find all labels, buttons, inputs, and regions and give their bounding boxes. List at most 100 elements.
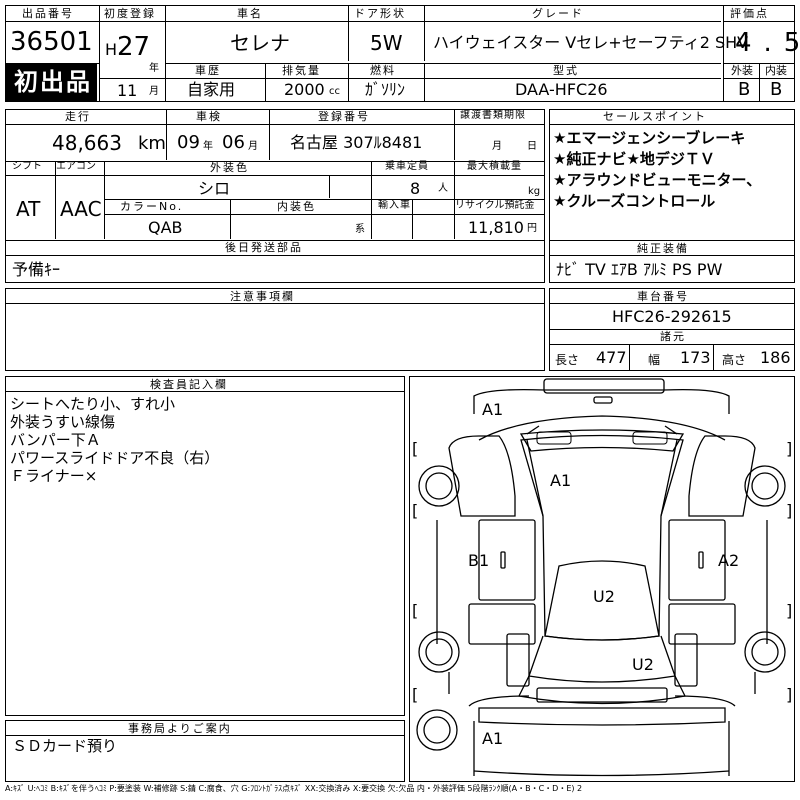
length-label: 長さ [555, 353, 580, 367]
inspector-note: Ｆライナー× [10, 467, 98, 485]
grade-label: グレード [532, 7, 584, 20]
transfer-day-unit: 日 [527, 141, 537, 152]
inspection-year-unit: 年 [203, 141, 213, 152]
sales-point-item: ★純正ナビ★地デジＴＶ [553, 150, 715, 168]
sales-point-label: セールスポイント [603, 110, 707, 123]
bracket-left-rear: [ [412, 601, 419, 620]
mark-center: U2 [593, 587, 615, 606]
mark-rear: U2 [632, 655, 654, 674]
capacity: 8 [410, 179, 421, 198]
sales-point-item: ★クルーズコントロール [553, 192, 716, 210]
mileage-label: 走行 [65, 110, 91, 123]
month-unit: 月 [149, 86, 159, 97]
chassis-number: HFC26-292615 [612, 307, 732, 326]
interior-grade: B [770, 79, 783, 100]
capacity-unit: 人 [438, 183, 448, 194]
bracket-right-front: ] [786, 439, 793, 458]
inspection-month-unit: 月 [248, 141, 258, 152]
width-value: 173 [680, 348, 711, 367]
displacement-label: 排気量 [282, 64, 321, 77]
exterior-grade: B [738, 79, 751, 100]
mark-rear-bumper: A1 [482, 729, 504, 748]
lot-number-label: 出品番号 [22, 7, 74, 20]
fuel-label: 燃料 [370, 64, 396, 77]
max-load-unit: kg [528, 186, 541, 197]
sales-point-item: ★アラウンドビューモニター、 [553, 171, 762, 189]
inspector-label: 検査員記入欄 [150, 378, 228, 391]
first-registration-label: 初度登録 [104, 7, 156, 20]
displacement-unit: cc [329, 86, 340, 97]
transfer-month-unit: 月 [492, 141, 502, 152]
door-type-label: ドア形状 [354, 7, 406, 20]
door-type: 5W [370, 31, 403, 55]
ac: AAC [60, 197, 102, 221]
interior-color-label: 内装色 [277, 200, 316, 213]
shift-label: シフト [12, 161, 42, 172]
inspector-notes: シートへたり小、すれ小 外装うすい線傷 バンパー下Ａ パワースライドドア不良（右… [10, 395, 219, 485]
legend-text: A:ｷｽﾞ U:ﾍｺﾐ B:ｷｽﾞを伴うﾍｺﾐ P:要塗装 W:補修跡 S:錆 … [5, 784, 583, 793]
first-listing-text: 初出品 [14, 68, 92, 96]
grade: ハイウェイスター Vセレ+セーフティ2 SHV [433, 33, 749, 52]
model-label: 型式 [553, 64, 579, 77]
registration-number: 名古屋 307ﾙ8481 [290, 133, 423, 152]
bracket-left-front: [ [412, 439, 419, 458]
score: 4.5 [735, 28, 800, 58]
era-label: H [105, 40, 118, 59]
chassis-label: 車台番号 [637, 290, 689, 303]
displacement: 2000 [284, 80, 325, 99]
score-label: 評価点 [730, 7, 769, 20]
inspector-note: パワースライドドア不良（右） [10, 449, 220, 467]
max-load-label: 最大積載量 [467, 161, 522, 172]
registration-number-label: 登録番号 [318, 110, 370, 123]
car-name-label: 車名 [237, 7, 263, 20]
inspector-note: バンパー下Ａ [10, 431, 101, 449]
bracket-left-bottom: [ [412, 685, 419, 704]
bracket-right-rear: ] [786, 601, 793, 620]
later-parts: 予備ｷｰ [12, 260, 61, 279]
sales-point-list: ★エマージェンシーブレーキ ★純正ナビ★地デジＴＶ ★アラウンドビューモニター、… [553, 128, 761, 212]
import-label: 輸入車 [378, 200, 411, 211]
dimensions-label: 諸元 [660, 330, 686, 343]
history-label: 車歴 [195, 64, 221, 77]
registration-month: 11 [117, 81, 138, 100]
mark-left-door: B1 [468, 551, 490, 570]
exterior-color: シロ [198, 179, 231, 198]
bracket-left-mid: [ [412, 501, 419, 520]
year-unit: 年 [149, 63, 159, 74]
interior-grade-label: 内装 [765, 64, 787, 77]
width-label: 幅 [648, 353, 661, 367]
mileage: 48,663 [52, 131, 122, 155]
fuel: ｶﾞｿﾘﾝ [365, 80, 406, 99]
transfer-deadline-label: 譲渡書類期限 [460, 110, 526, 121]
model-code: DAA-HFC26 [515, 80, 608, 99]
mark-roof: A1 [550, 471, 572, 490]
recycle-fee: 11,810 [468, 218, 524, 237]
later-parts-label: 後日発送部品 [225, 241, 303, 254]
damage-diagram: A1 A1 B1 A2 U2 U2 A1 [ ] [ ] [ ] [ ] [409, 376, 795, 782]
interior-color-unit: 系 [355, 224, 365, 235]
office-label: 事務局よりご案内 [128, 722, 232, 735]
exterior-color-label: 外装色 [210, 161, 249, 174]
inspector-note: 外装うすい線傷 [10, 413, 116, 431]
height-value: 186 [760, 348, 791, 367]
ac-label: エアコン [56, 161, 96, 172]
inspection-month: 06 [222, 132, 245, 153]
color-number: QAB [148, 218, 183, 237]
bracket-right-bottom: ] [786, 685, 793, 704]
equipment-value: ﾅﾋﾞ TV ｴｱB ｱﾙﾐ PS PW [556, 260, 723, 279]
length-value: 477 [596, 348, 627, 367]
mark-front-bumper: A1 [482, 400, 504, 419]
equipment-label: 純正装備 [637, 242, 689, 255]
capacity-label: 乗車定員 [385, 161, 429, 172]
lot-number: 36501 [10, 27, 93, 57]
notes-label: 注意事項欄 [230, 290, 295, 303]
mileage-unit: km [138, 133, 166, 154]
recycle-fee-label: リサイクル預託金 [455, 200, 535, 211]
office-note: ＳＤカード預り [12, 737, 118, 755]
sales-point-item: ★エマージェンシーブレーキ [553, 129, 746, 147]
mark-right-door: A2 [718, 551, 740, 570]
car-name: セレナ [230, 31, 290, 55]
inspector-note: シートへたり小、すれ小 [10, 395, 176, 413]
bracket-right-mid: ] [786, 501, 793, 520]
history: 自家用 [187, 80, 236, 99]
